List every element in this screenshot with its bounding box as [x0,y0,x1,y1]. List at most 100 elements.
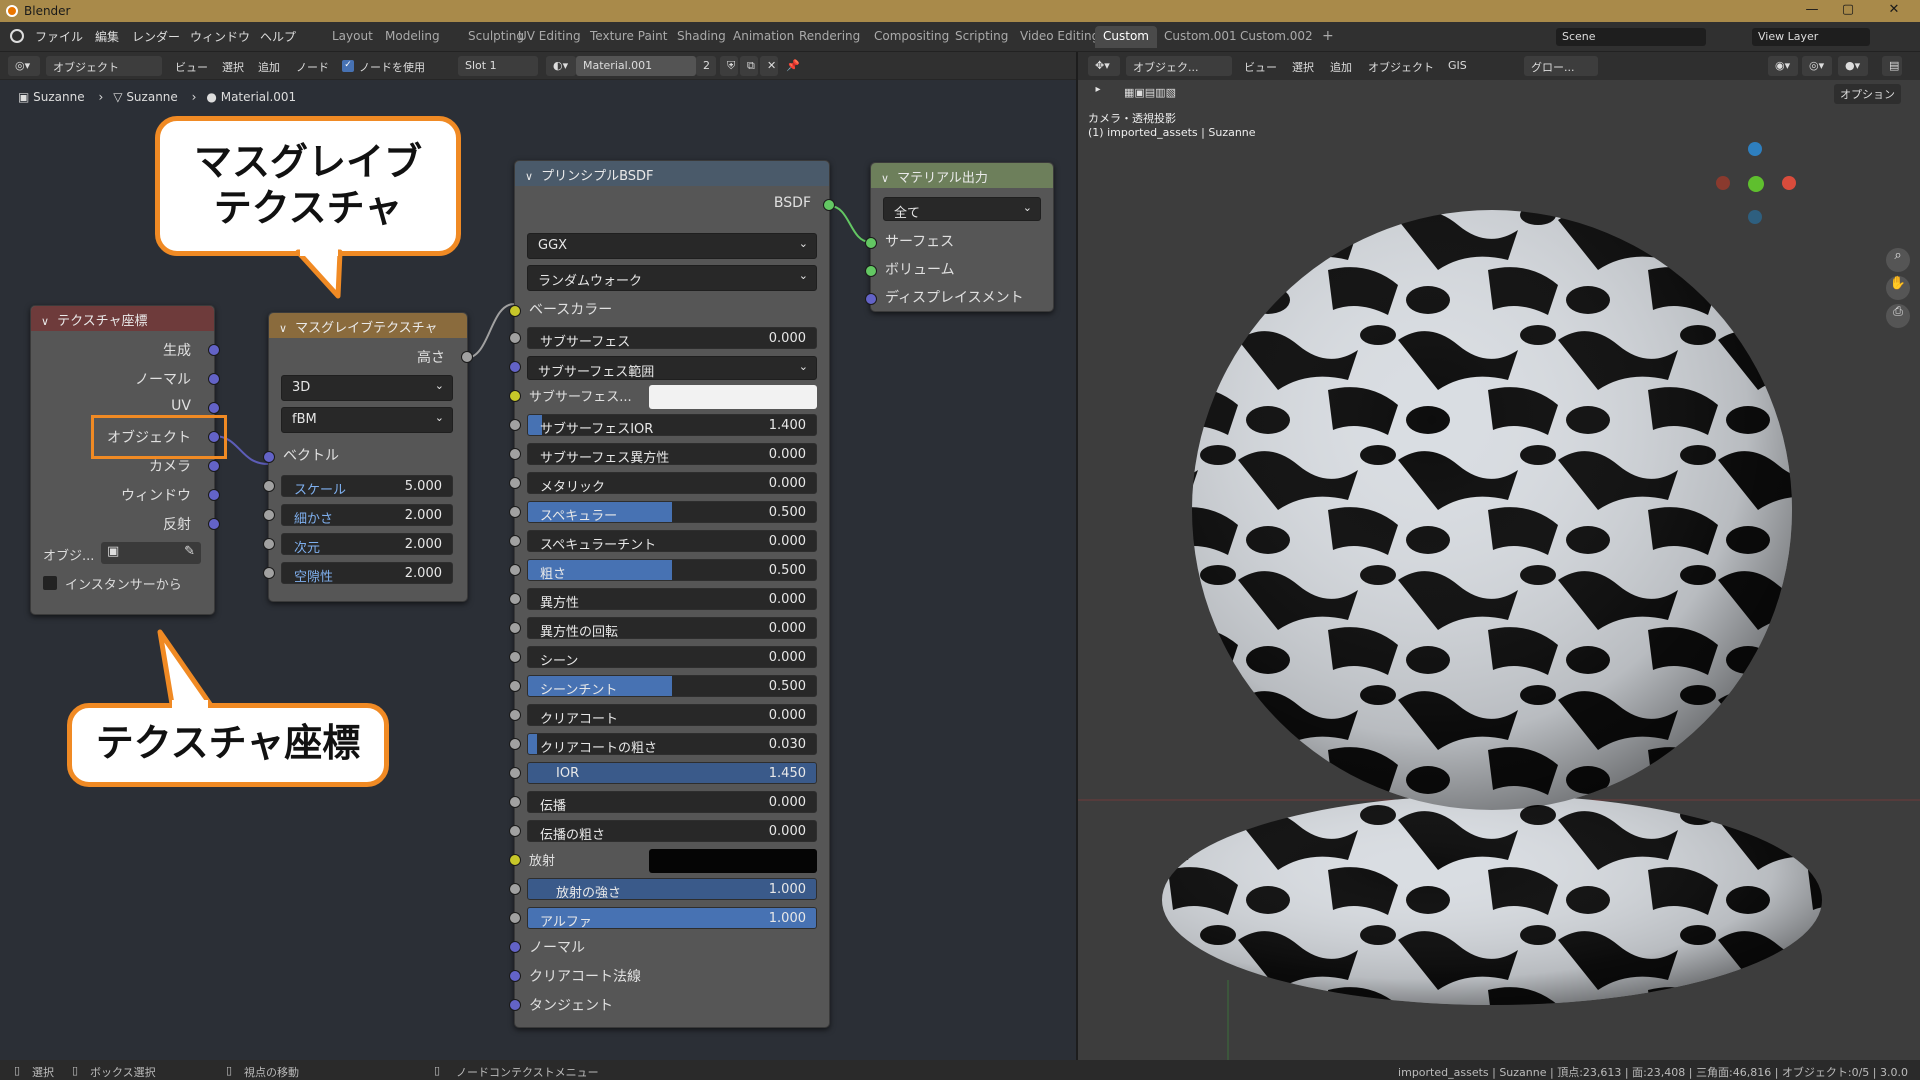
shading-icon[interactable]: ●▾ [1838,56,1868,76]
texture-coordinate-node[interactable]: ∨ テクスチャ座標 生成 ノーマル UV オブジェクト カメラ ウィンドウ 反射 オブジ...… [30,305,220,615]
output-target-select[interactable]: 全て ⌄ [883,197,1041,221]
menu-help[interactable]: ヘルプ [260,28,296,45]
pan-hand-icon[interactable]: ✋ [1886,276,1910,300]
input-socket[interactable] [509,361,521,373]
musgrave-field[interactable]: 次元 2.000 [281,533,453,555]
bsdf-field[interactable]: 放射の強さ 1.000 [527,878,817,900]
workspace-tab[interactable]: Custom [1095,26,1157,48]
input-socket[interactable] [509,390,521,402]
input-socket[interactable] [509,622,521,634]
material-name-field[interactable]: Material.001 [576,56,696,76]
workspace-tab[interactable]: Rendering [791,26,868,48]
input-socket[interactable] [509,970,521,982]
add-workspace-icon[interactable]: + [1322,28,1334,44]
input-socket[interactable] [509,506,521,518]
input-socket[interactable] [509,738,521,750]
workspace-tab[interactable]: Texture Paint [582,26,675,48]
input-socket[interactable] [509,999,521,1011]
bsdf-field[interactable]: シーン 0.000 [527,646,817,668]
menu-gis[interactable]: GIS [1448,59,1467,72]
input-surface-socket[interactable] [865,237,877,249]
input-socket[interactable] [509,825,521,837]
input-socket[interactable] [509,796,521,808]
output-socket[interactable] [208,402,220,414]
fake-user-icon[interactable]: ⛨ [720,56,738,76]
node-canvas[interactable]: ▣ Suzanne › ▽ Suzanne › ● Material.001 ∨ テク… [0,80,1076,1060]
input-displacement-socket[interactable] [865,293,877,305]
input-socket[interactable] [509,854,521,866]
bsdf-field[interactable]: サブサーフェスIOR 1.400 [527,414,817,436]
collapse-icon[interactable]: ∨ [525,170,533,183]
subsurface-radius-select[interactable]: サブサーフェス範囲 ⌄ [527,356,817,380]
selection-mode-icons[interactable]: ▦▣▤▥▧ [1124,86,1176,99]
workspace-tab[interactable]: Scripting [947,26,1016,48]
input-socket[interactable] [509,651,521,663]
navigation-gizmo[interactable] [1708,142,1800,234]
bsdf-field[interactable]: IOR 1.450 [527,762,817,784]
blender-menu-icon[interactable] [10,29,24,43]
bsdf-field[interactable]: 伝播の粗さ 0.000 [527,820,817,842]
overlay-icon[interactable]: ◎▾ [1802,56,1832,76]
bsdf-field[interactable]: 異方性 0.000 [527,588,817,610]
input-socket[interactable] [509,883,521,895]
material-users[interactable]: 2 [696,56,716,76]
input-socket[interactable] [263,538,275,550]
bsdf-field[interactable]: 異方性の回転 0.000 [527,617,817,639]
distribution-select[interactable]: GGX ⌄ [527,233,817,259]
scene-field[interactable]: Scene [1556,28,1706,46]
orientation-select[interactable]: グロー... [1524,56,1598,76]
input-socket[interactable] [509,448,521,460]
musgrave-field[interactable]: スケール 5.000 [281,475,453,497]
collapse-icon[interactable]: ∨ [881,172,889,185]
menu-add[interactable]: 追加 [258,59,280,75]
input-socket[interactable] [509,535,521,547]
viewport-mode-select[interactable]: オブジェク... [1126,56,1232,76]
output-socket[interactable] [208,489,220,501]
menu-view[interactable]: ビュー [175,59,208,75]
unlink-icon[interactable]: ✕ [760,56,778,76]
use-nodes-checkbox[interactable]: ✓ [342,60,354,72]
musgrave-field[interactable]: 細かさ 2.000 [281,504,453,526]
input-socket[interactable] [509,941,521,953]
material-browse-icon[interactable]: ◐▾ [546,56,576,76]
from-instancer-checkbox[interactable] [43,576,57,590]
input-socket[interactable] [509,477,521,489]
menu-view[interactable]: ビュー [1244,59,1277,75]
menu-select[interactable]: 選択 [1292,59,1314,75]
output-socket[interactable] [208,460,220,472]
slot-select[interactable]: Slot 1 [458,56,538,76]
input-socket[interactable] [509,912,521,924]
color-swatch[interactable] [649,385,817,409]
principled-bsdf-node[interactable]: ∨ プリンシプルBSDF BSDF GGX ⌄ ランダムウォーク ⌄ ベースカラー サ… [509,160,835,1028]
input-base-color-socket[interactable] [509,305,521,317]
duplicate-icon[interactable]: ⧉ [740,56,758,76]
musgrave-texture-node[interactable]: ∨ マスグレイブテクスチャ 高さ 3D ⌄ fBM ⌄ ベクトル スケール 5.000 細… [263,312,473,602]
editor-type-icon[interactable]: ◎▾ [8,56,40,76]
input-socket[interactable] [509,593,521,605]
menu-window[interactable]: ウィンドウ [190,28,250,45]
maximize-icon[interactable]: ▢ [1830,2,1866,20]
3d-viewport[interactable]: ✥▾ オブジェク... ビュー 選択 追加 オブジェクト GIS グロー... … [1078,52,1920,1060]
zoom-icon[interactable]: ⌕ [1886,248,1910,272]
axis-neg-z-icon[interactable] [1748,210,1762,224]
sidebar-toggle-icon[interactable]: ▤ [1882,56,1902,76]
workspace-tab[interactable]: Compositing [866,26,957,48]
musgrave-type-select[interactable]: fBM ⌄ [281,407,453,433]
input-socket[interactable] [509,332,521,344]
menu-edit[interactable]: 編集 [95,28,119,45]
dimensions-select[interactable]: 3D ⌄ [281,375,453,401]
axis-y-icon[interactable] [1748,176,1764,192]
eyedropper-icon[interactable]: ✎ [184,544,195,559]
workspace-tab[interactable]: Video Editing [1012,26,1107,48]
output-socket[interactable] [208,373,220,385]
material-output-node[interactable]: ∨ マテリアル出力 全て ⌄ サーフェス ボリューム ディスプレイスメント [865,162,1054,312]
output-bsdf-socket[interactable] [823,199,835,211]
input-volume-socket[interactable] [865,265,877,277]
bsdf-field[interactable]: スペキュラー 0.500 [527,501,817,523]
workspace-tab[interactable]: Modeling [377,26,448,48]
color-swatch[interactable] [649,849,817,873]
axis-x-icon[interactable] [1782,176,1796,190]
editor-type-icon[interactable]: ✥▾ [1088,56,1120,76]
output-socket[interactable] [208,518,220,530]
menu-select[interactable]: 選択 [222,59,244,75]
